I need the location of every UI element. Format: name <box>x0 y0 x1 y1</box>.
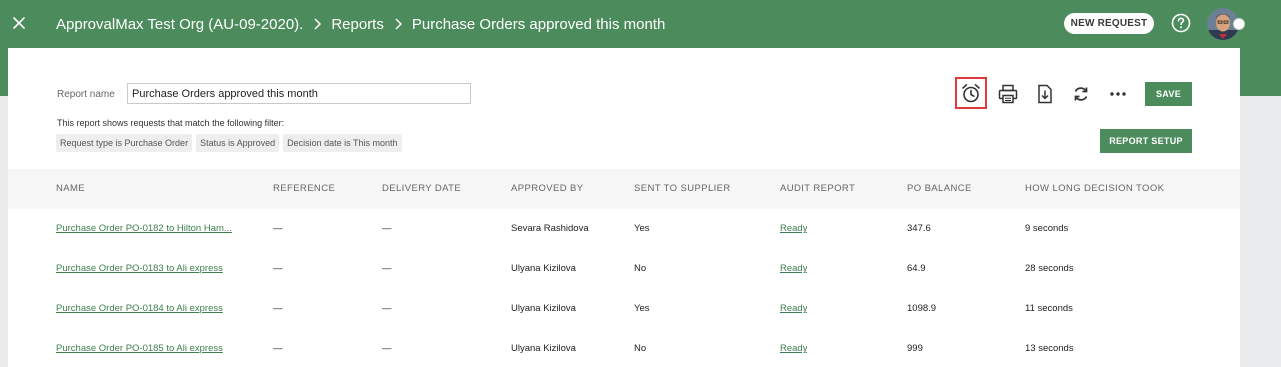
column-header-approved-by[interactable]: APPROVED BY <box>511 169 584 209</box>
breadcrumb-org[interactable]: ApprovalMax Test Org (AU-09-2020). <box>56 16 303 33</box>
column-header-sent-to-supplier[interactable]: SENT TO SUPPLIER <box>634 169 731 209</box>
approved-by-cell: Ulyana Kizilova <box>511 303 576 314</box>
reference-cell: — <box>273 223 283 234</box>
approved-by-cell: Ulyana Kizilova <box>511 263 576 274</box>
reference-cell: — <box>273 303 283 314</box>
alarm-clock-icon[interactable] <box>955 77 987 109</box>
delivery-date-cell: — <box>382 343 392 354</box>
avatar-status-badge <box>1233 18 1245 30</box>
request-name-link[interactable]: Purchase Order PO-0182 to Hilton Ham... <box>56 209 246 249</box>
table-row: Purchase Order PO-0185 to Ali express — … <box>8 329 1240 367</box>
breadcrumb: ApprovalMax Test Org (AU-09-2020). Repor… <box>56 14 665 34</box>
reference-cell: — <box>273 343 283 354</box>
request-name-link[interactable]: Purchase Order PO-0183 to Ali express <box>56 249 246 289</box>
delivery-date-cell: — <box>382 303 392 314</box>
breadcrumb-current: Purchase Orders approved this month <box>411 15 666 33</box>
filter-chips: Request type is Purchase Order Status is… <box>56 134 402 152</box>
report-card: Report name This report shows requests t… <box>8 48 1240 367</box>
chevron-right-icon <box>384 18 412 30</box>
delivery-date-cell: — <box>382 263 392 274</box>
sent-to-supplier-cell: Yes <box>634 223 650 234</box>
column-header-po-balance[interactable]: PO BALANCE <box>907 169 972 209</box>
decision-time-cell: 13 seconds <box>1025 343 1074 354</box>
audit-report-link[interactable]: Ready <box>780 209 807 249</box>
column-header-decision-time[interactable]: HOW LONG DECISION TOOK <box>1025 169 1164 209</box>
table-row: Purchase Order PO-0183 to Ali express — … <box>8 249 1240 289</box>
column-header-name[interactable]: NAME <box>56 169 85 209</box>
approved-by-cell: Ulyana Kizilova <box>511 343 576 354</box>
reference-cell: — <box>273 263 283 274</box>
filter-chip: Request type is Purchase Order <box>56 134 193 152</box>
column-header-delivery-date[interactable]: DELIVERY DATE <box>382 169 461 209</box>
audit-report-link[interactable]: Ready <box>780 329 807 367</box>
print-icon[interactable] <box>995 81 1021 107</box>
sent-to-supplier-cell: No <box>634 263 647 274</box>
help-icon[interactable] <box>1171 13 1191 33</box>
table-header: NAME REFERENCE DELIVERY DATE APPROVED BY… <box>8 169 1240 209</box>
download-icon[interactable] <box>1032 81 1058 107</box>
report-name-input[interactable] <box>127 83 471 104</box>
audit-report-link[interactable]: Ready <box>780 289 807 329</box>
report-name-label: Report name <box>57 89 115 100</box>
close-icon[interactable] <box>8 12 30 34</box>
table-row: Purchase Order PO-0184 to Ali express — … <box>8 289 1240 329</box>
save-button[interactable]: SAVE <box>1145 82 1192 106</box>
sent-to-supplier-cell: Yes <box>634 303 650 314</box>
filter-chip: Status is Approved <box>196 134 280 152</box>
decision-time-cell: 9 seconds <box>1025 223 1069 234</box>
sent-to-supplier-cell: No <box>634 343 647 354</box>
column-header-reference[interactable]: REFERENCE <box>273 169 335 209</box>
audit-report-link[interactable]: Ready <box>780 249 807 289</box>
filter-description: This report shows requests that match th… <box>57 118 285 128</box>
table-row: Purchase Order PO-0182 to Hilton Ham... … <box>8 209 1240 249</box>
breadcrumb-reports[interactable]: Reports <box>331 16 384 33</box>
decision-time-cell: 28 seconds <box>1025 263 1074 274</box>
approved-by-cell: Sevara Rashidova <box>511 223 589 234</box>
po-balance-cell: 1098.9 <box>907 303 937 314</box>
delivery-date-cell: — <box>382 223 392 234</box>
decision-time-cell: 11 seconds <box>1025 303 1073 314</box>
refresh-icon[interactable] <box>1068 81 1094 107</box>
request-name-link[interactable]: Purchase Order PO-0184 to Ali express <box>56 289 246 329</box>
new-request-button[interactable]: NEW REQUEST <box>1064 13 1154 34</box>
filter-chip: Decision date is This month <box>283 134 402 152</box>
po-balance-cell: 999 <box>907 343 923 354</box>
column-header-audit-report[interactable]: AUDIT REPORT <box>780 169 855 209</box>
po-balance-cell: 347.6 <box>907 223 931 234</box>
more-icon[interactable] <box>1105 81 1131 107</box>
chevron-right-icon <box>303 18 331 30</box>
po-balance-cell: 64.9 <box>907 263 926 274</box>
request-name-link[interactable]: Purchase Order PO-0185 to Ali express <box>56 329 246 367</box>
report-setup-button[interactable]: REPORT SETUP <box>1100 129 1192 153</box>
